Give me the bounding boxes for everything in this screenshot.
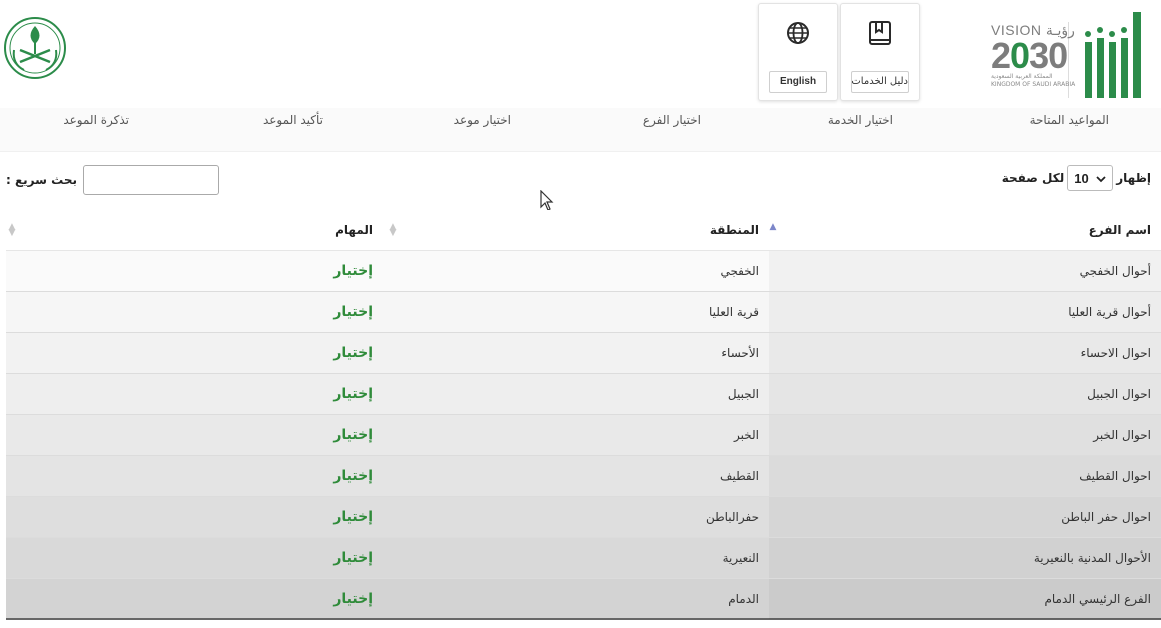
region-cell: الدمام [728,592,759,606]
select-branch-link[interactable]: إختيار [333,263,373,279]
table-row: احوال الجبيل الجبيل إختيار [6,374,1161,415]
select-branch-link[interactable]: إختيار [333,550,373,566]
page-length-value: 10 [1074,170,1089,186]
header-actions[interactable]: المهام ▲ ▼ [6,210,383,250]
branch-name-cell: احوال الاحساء [769,333,1161,373]
table-row: احوال حفر الباطن حفرالباطن إختيار [6,497,1161,538]
page-length-select[interactable]: 10 [1067,165,1114,191]
action-cell: إختيار [6,579,383,619]
select-branch-link[interactable]: إختيار [333,591,373,607]
step-appointment-ticket[interactable]: تذكرة الموعد [63,113,129,127]
site-header: VISION رؤيـة 2030 المملكة العربية السعود… [0,0,1161,112]
branch-name-cell: أحوال قرية العليا [769,292,1161,332]
service-guide-button[interactable]: دليل الخدمات [840,3,920,101]
vision-sub-en: KINGDOM OF SAUDI ARABIA [991,81,1076,88]
step-available-appointments[interactable]: المواعيد المتاحة [1030,113,1109,127]
sort-icon: ▲ ▼ [389,222,397,238]
table-row: احوال القطيف القطيف إختيار [6,456,1161,497]
region-cell: حفرالباطن [705,510,759,524]
sort-icon: ▲ ▼ [8,222,16,238]
book-icon [868,20,892,52]
quick-search: بحث سريع : [6,165,219,195]
action-cell: إختيار [6,415,383,455]
branch-name-cell: الفرع الرئيسي الدمام [769,579,1161,619]
header-branch-name[interactable]: اسم الفرع ▲ [769,210,1161,250]
branch-name-cell: احوال القطيف [769,456,1161,496]
step-select-appointment[interactable]: اختيار موعد [454,113,511,127]
region-cell: الخفجي [720,264,759,278]
action-cell: إختيار [6,333,383,373]
header-region[interactable]: المنطقة ▲ ▼ [383,210,769,250]
step-confirm-appointment[interactable]: تأكيد الموعد [263,113,323,127]
table-header-row: اسم الفرع ▲ المنطقة ▲ ▼ المهام ▲ ▼ [6,210,1161,251]
booking-steps: المواعيد المتاحة اختيار الخدمة اختيار ال… [0,108,1161,152]
vision-zero-emblem: 0 [1010,35,1030,76]
search-input[interactable] [82,165,219,195]
branches-table: اسم الفرع ▲ المنطقة ▲ ▼ المهام ▲ ▼ أحوال ا… [6,210,1161,620]
sort-asc-icon: ▲ [769,222,777,232]
action-cell: إختيار [6,456,383,496]
table-row: أحوال قرية العليا قرية العليا إختيار [6,292,1161,333]
table-row: احوال الاحساء الأحساء إختيار [6,333,1161,374]
table-controls: إظهار 10 لكل صفحة بحث سريع : [0,162,1161,198]
action-cell: إختيار [6,292,383,332]
select-branch-link[interactable]: إختيار [333,468,373,484]
table-row: أحوال الخفجي الخفجي إختيار [6,251,1161,292]
show-label: إظهار [1116,171,1151,185]
branch-name-cell: أحوال الخفجي [769,251,1161,291]
select-branch-link[interactable]: إختيار [333,304,373,320]
select-branch-link[interactable]: إختيار [333,427,373,443]
table-row: الفرع الرئيسي الدمام الدمام إختيار [6,579,1161,620]
select-branch-link[interactable]: إختيار [333,345,373,361]
step-select-branch[interactable]: اختيار الفرع [643,113,701,127]
table-row: الأحوال المدنية بالنعيرية النعيرية إختيا… [6,538,1161,579]
action-cell: إختيار [6,251,383,291]
vision-sub-ar: المملكة العربية السعودية [991,73,1053,80]
branch-name-cell: احوال الخبر [769,415,1161,455]
per-page-label: لكل صفحة [1001,171,1065,185]
chevron-down-icon [1096,171,1106,186]
saudi-emblem-icon [0,10,70,86]
action-cell: إختيار [6,538,383,578]
select-branch-link[interactable]: إختيار [333,386,373,402]
action-cell: إختيار [6,497,383,537]
service-guide-label: دليل الخدمات [851,71,909,93]
region-cell: قرية العليا [709,305,759,319]
action-cell: إختيار [6,374,383,414]
region-cell: النعيرية [722,551,759,565]
region-cell: القطيف [720,469,759,483]
region-cell: الأحساء [721,346,759,360]
branch-name-cell: الأحوال المدنية بالنعيرية [769,538,1161,578]
table-row: احوال الخبر الخبر إختيار [6,415,1161,456]
vision-year: 2030 [991,35,1068,76]
region-cell: الخبر [734,428,759,442]
absher-logo-icon [1081,12,1151,102]
globe-icon [785,20,811,50]
vision-2030-logo: VISION رؤيـة 2030 المملكة العربية السعود… [991,22,1076,98]
select-branch-link[interactable]: إختيار [333,509,373,525]
branch-name-cell: احوال حفر الباطن [769,497,1161,537]
step-select-service[interactable]: اختيار الخدمة [828,113,893,127]
branch-name-cell: احوال الجبيل [769,374,1161,414]
region-cell: الجبيل [727,387,759,401]
search-label: بحث سريع : [6,173,77,187]
english-language-button[interactable]: English [758,3,838,101]
page-length-control: إظهار 10 لكل صفحة [1002,165,1151,191]
english-label: English [769,71,827,93]
